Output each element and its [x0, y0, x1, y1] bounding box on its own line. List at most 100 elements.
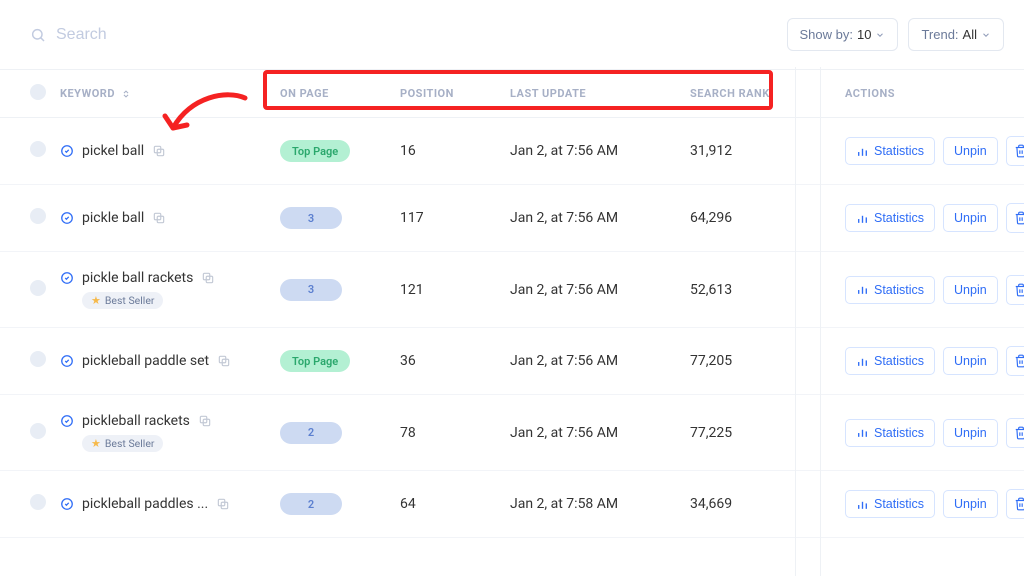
statistics-label: Statistics: [874, 426, 924, 440]
unpin-label: Unpin: [954, 497, 987, 511]
statistics-button[interactable]: Statistics: [845, 204, 935, 232]
table-body: pickel ball Top Page 16 Jan 2, at 7:56 A…: [0, 118, 1024, 538]
search-area: [30, 26, 356, 44]
statistics-label: Statistics: [874, 144, 924, 158]
header-keyword[interactable]: Keyword: [60, 87, 115, 100]
bar-chart-icon: [856, 426, 869, 439]
bestseller-tag: ★Best Seller: [82, 435, 163, 452]
row-checkbox[interactable]: [30, 351, 46, 367]
keyword-text: pickleball paddle set: [82, 353, 209, 369]
copy-icon[interactable]: [216, 497, 230, 511]
copy-icon[interactable]: [201, 271, 215, 285]
header-position[interactable]: Position: [400, 87, 454, 100]
sort-icon[interactable]: [121, 89, 131, 99]
delete-button[interactable]: [1006, 489, 1024, 519]
copy-icon[interactable]: [217, 354, 231, 368]
unpin-label: Unpin: [954, 144, 987, 158]
delete-button[interactable]: [1006, 418, 1024, 448]
statistics-button[interactable]: Statistics: [845, 419, 935, 447]
row-checkbox[interactable]: [30, 208, 46, 224]
bar-chart-icon: [856, 498, 869, 511]
showby-label: Show by:: [800, 27, 853, 42]
column-divider: [795, 67, 796, 576]
unpin-button[interactable]: Unpin: [943, 204, 998, 232]
tag-label: Best Seller: [105, 294, 155, 307]
onpage-pill: 3: [280, 279, 342, 301]
rank-value: 34,669: [690, 496, 732, 512]
position-value: 117: [400, 210, 424, 226]
delete-button[interactable]: [1006, 275, 1024, 305]
statistics-button[interactable]: Statistics: [845, 276, 935, 304]
trend-value: All: [963, 27, 977, 42]
statistics-label: Statistics: [874, 497, 924, 511]
header-onpage[interactable]: On Page: [280, 87, 329, 100]
target-icon: [60, 144, 74, 158]
copy-icon[interactable]: [198, 414, 212, 428]
table-row: pickle ball 3 117 Jan 2, at 7:56 AM 64,2…: [0, 185, 1024, 252]
showby-value: 10: [857, 27, 871, 42]
statistics-label: Statistics: [874, 211, 924, 225]
trend-label: Trend:: [921, 27, 958, 42]
row-checkbox[interactable]: [30, 423, 46, 439]
header-rank[interactable]: Search Rank: [690, 87, 770, 100]
onpage-pill: Top Page: [280, 350, 350, 372]
header-update[interactable]: Last Update: [510, 87, 586, 100]
bar-chart-icon: [856, 283, 869, 296]
tag-label: Best Seller: [105, 437, 155, 450]
search-input[interactable]: [56, 26, 356, 44]
update-value: Jan 2, at 7:56 AM: [510, 425, 618, 441]
rank-value: 31,912: [690, 143, 732, 159]
rank-value: 77,225: [690, 425, 732, 441]
update-value: Jan 2, at 7:56 AM: [510, 353, 618, 369]
unpin-label: Unpin: [954, 354, 987, 368]
onpage-pill: 2: [280, 422, 342, 444]
copy-icon[interactable]: [152, 144, 166, 158]
statistics-button[interactable]: Statistics: [845, 137, 935, 165]
position-value: 64: [400, 496, 416, 512]
target-icon: [60, 211, 74, 225]
update-value: Jan 2, at 7:58 AM: [510, 496, 618, 512]
delete-button[interactable]: [1006, 136, 1024, 166]
update-value: Jan 2, at 7:56 AM: [510, 282, 618, 298]
keyword-text: pickle ball rackets: [82, 270, 193, 286]
row-checkbox[interactable]: [30, 494, 46, 510]
trend-dropdown[interactable]: Trend: All: [908, 18, 1004, 51]
keyword-text: pickle ball: [82, 210, 144, 226]
unpin-button[interactable]: Unpin: [943, 347, 998, 375]
trash-icon: [1014, 497, 1024, 511]
unpin-button[interactable]: Unpin: [943, 276, 998, 304]
table-row: pickleball paddle set Top Page 36 Jan 2,…: [0, 328, 1024, 395]
unpin-button[interactable]: Unpin: [943, 137, 998, 165]
trash-icon: [1014, 354, 1024, 368]
row-checkbox[interactable]: [30, 280, 46, 296]
trash-icon: [1014, 211, 1024, 225]
target-icon: [60, 271, 74, 285]
keyword-text: pickleball rackets: [82, 413, 190, 429]
trash-icon: [1014, 426, 1024, 440]
rank-value: 52,613: [690, 282, 732, 298]
showby-dropdown[interactable]: Show by: 10: [787, 18, 899, 51]
statistics-button[interactable]: Statistics: [845, 490, 935, 518]
search-icon: [30, 27, 46, 43]
unpin-button[interactable]: Unpin: [943, 419, 998, 447]
bar-chart-icon: [856, 355, 869, 368]
update-value: Jan 2, at 7:56 AM: [510, 210, 618, 226]
table-row: pickle ball rackets ★Best Seller 3 121 J…: [0, 252, 1024, 328]
onpage-pill: 3: [280, 207, 342, 229]
copy-icon[interactable]: [152, 211, 166, 225]
unpin-button[interactable]: Unpin: [943, 490, 998, 518]
rank-value: 64,296: [690, 210, 732, 226]
statistics-button[interactable]: Statistics: [845, 347, 935, 375]
delete-button[interactable]: [1006, 346, 1024, 376]
row-checkbox[interactable]: [30, 141, 46, 157]
onpage-pill: 2: [280, 493, 342, 515]
select-all-checkbox[interactable]: [30, 84, 46, 100]
onpage-pill: Top Page: [280, 140, 350, 162]
delete-button[interactable]: [1006, 203, 1024, 233]
topbar: Show by: 10 Trend: All: [0, 0, 1024, 70]
keyword-text: pickleball paddles ...: [82, 496, 208, 512]
rank-value: 77,205: [690, 353, 732, 369]
unpin-label: Unpin: [954, 283, 987, 297]
table-header: Keyword On Page Position Last Update Sea…: [0, 70, 1024, 118]
trash-icon: [1014, 144, 1024, 158]
